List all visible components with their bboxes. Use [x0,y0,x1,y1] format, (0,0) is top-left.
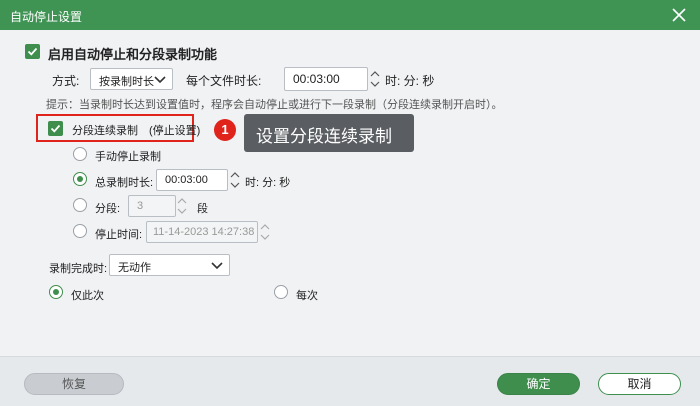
file-duration-input[interactable]: 00:03:00 [284,67,368,91]
ok-button[interactable]: 确定 [497,373,580,395]
enable-checkbox[interactable] [25,44,40,59]
segments-radio[interactable] [73,198,87,212]
segments-value: 3 [137,200,144,212]
on-complete-select[interactable]: 无动作 [109,254,230,276]
chevron-down-icon [211,260,223,274]
window-title: 自动停止设置 [10,10,83,24]
on-complete-value: 无动作 [118,262,151,274]
callout-text: 设置分段连续录制 [256,127,392,146]
every-time-label: 每次 [296,290,318,302]
close-icon[interactable] [670,6,688,24]
total-duration-radio[interactable] [73,172,87,186]
title-bar: 自动停止设置 [0,0,700,30]
mode-value: 按录制时长 [99,76,154,88]
file-duration-value: 00:03:00 [293,72,340,86]
stop-time-value: 11-14-2023 14:27:38 [153,226,255,238]
file-duration-unit: 时: 分: 秒 [385,74,435,88]
segments-stepper[interactable] [176,195,188,217]
stop-time-input[interactable]: 11-14-2023 14:27:38 [146,221,258,243]
segments-input[interactable]: 3 [128,195,176,217]
manual-stop-radio[interactable] [73,147,87,161]
segment-checkbox[interactable] [48,121,63,136]
hint-text: 提示：当录制时长达到设置值时，程序会自动停止或进行下一段录制（分段连续录制开启时… [46,99,503,111]
total-duration-stepper[interactable] [229,169,241,191]
step-badge: 1 [214,119,236,141]
mode-select[interactable]: 按录制时长 [90,68,173,90]
segments-unit: 段 [197,203,208,215]
enable-label: 启用自动停止和分段录制功能 [48,47,218,62]
manual-stop-label: 手动停止录制 [95,151,161,163]
segment-label: 分段连续录制 (停止设置) [72,125,201,137]
stop-time-stepper[interactable] [259,221,271,243]
on-complete-label: 录制完成时: [49,263,108,275]
every-time-radio[interactable] [274,285,288,299]
mode-label: 方式: [52,74,80,88]
file-duration-stepper[interactable] [369,68,381,90]
segments-label: 分段: [95,203,121,215]
total-duration-unit: 时: 分: 秒 [245,177,291,189]
only-once-radio[interactable] [49,285,63,299]
callout-tooltip: 设置分段连续录制 [244,114,414,152]
stop-time-radio[interactable] [73,224,87,238]
total-duration-input[interactable]: 00:03:00 [156,169,228,191]
reset-button[interactable]: 恢复 [24,373,124,395]
only-once-label: 仅此次 [71,290,104,302]
chevron-down-icon [154,74,166,88]
total-duration-label: 总录制时长: [95,177,154,189]
stop-time-label: 停止时间: [95,229,143,241]
total-duration-value: 00:03:00 [165,174,208,186]
file-duration-label: 每个文件时长: [186,74,262,88]
cancel-button[interactable]: 取消 [598,373,681,395]
